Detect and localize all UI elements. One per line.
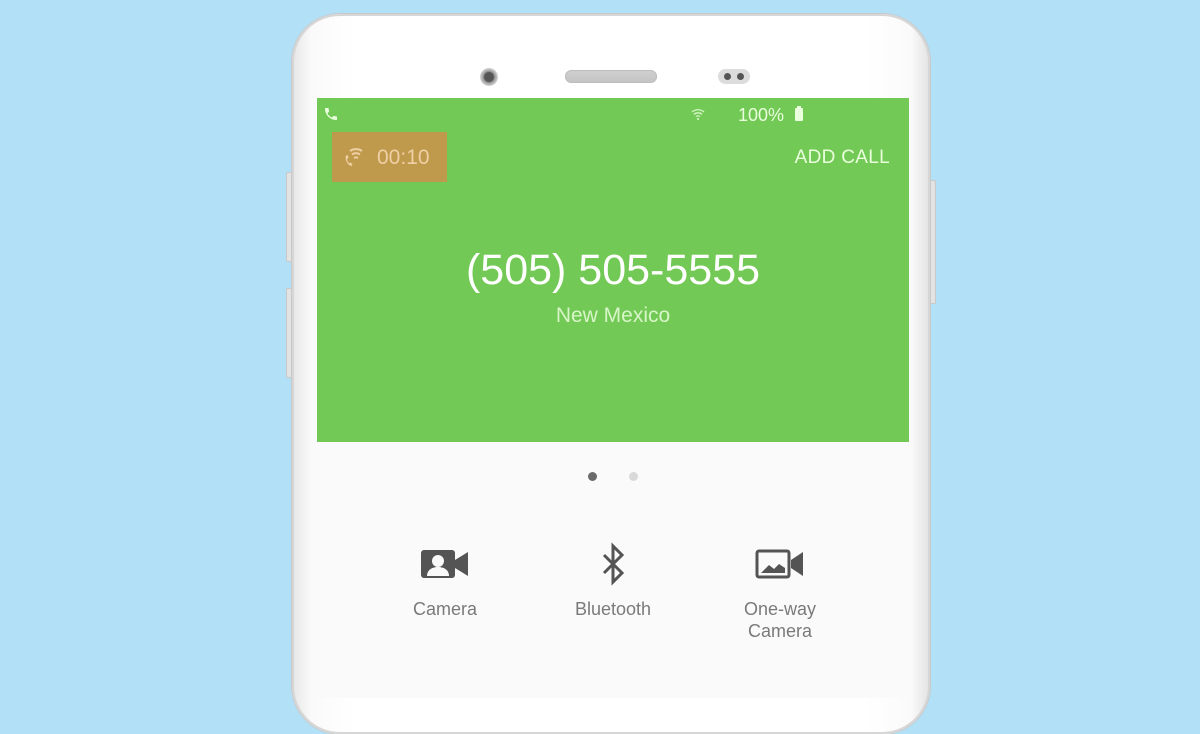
earpiece-speaker <box>565 70 657 83</box>
one-way-camera-label-line2: Camera <box>747 621 813 641</box>
phone-icon <box>325 108 337 120</box>
call-header: 100% 00:10 ADD CALL (505) 505-5555 New M… <box>317 98 909 442</box>
page-dot-active[interactable] <box>587 472 597 481</box>
add-call-button[interactable]: ADD CALL <box>795 147 890 169</box>
phone-screen: 100% 00:10 ADD CALL (505) 505-5555 New M… <box>317 98 909 698</box>
caller-phone-number: (505) 505-5555 <box>465 246 761 294</box>
one-way-camera-label-line1: One-way <box>743 599 817 619</box>
camera-button[interactable]: Camera <box>375 540 515 620</box>
bluetooth-button[interactable]: Bluetooth <box>543 540 683 620</box>
camera-label: Camera <box>412 599 478 619</box>
battery-percentage: 100% <box>738 105 785 125</box>
video-camera-icon <box>421 550 468 578</box>
call-timer-highlight: 00:10 <box>332 132 447 182</box>
page-dot-inactive[interactable] <box>629 472 639 481</box>
page-indicator <box>317 468 909 486</box>
one-way-camera-icon <box>755 549 803 579</box>
front-camera <box>480 68 498 86</box>
battery-icon <box>795 106 803 121</box>
status-bar: 100% <box>317 98 909 132</box>
wifi-icon <box>691 109 705 121</box>
caller-location: New Mexico <box>555 304 671 327</box>
wifi-calling-icon <box>345 148 363 167</box>
call-timer: 00:10 <box>377 146 430 169</box>
one-way-camera-button[interactable]: One-way Camera <box>710 540 850 642</box>
proximity-sensor <box>718 69 750 84</box>
one-way-camera-label: One-way Camera <box>710 598 850 642</box>
bluetooth-icon <box>602 542 625 586</box>
bluetooth-label: Bluetooth <box>574 599 652 619</box>
